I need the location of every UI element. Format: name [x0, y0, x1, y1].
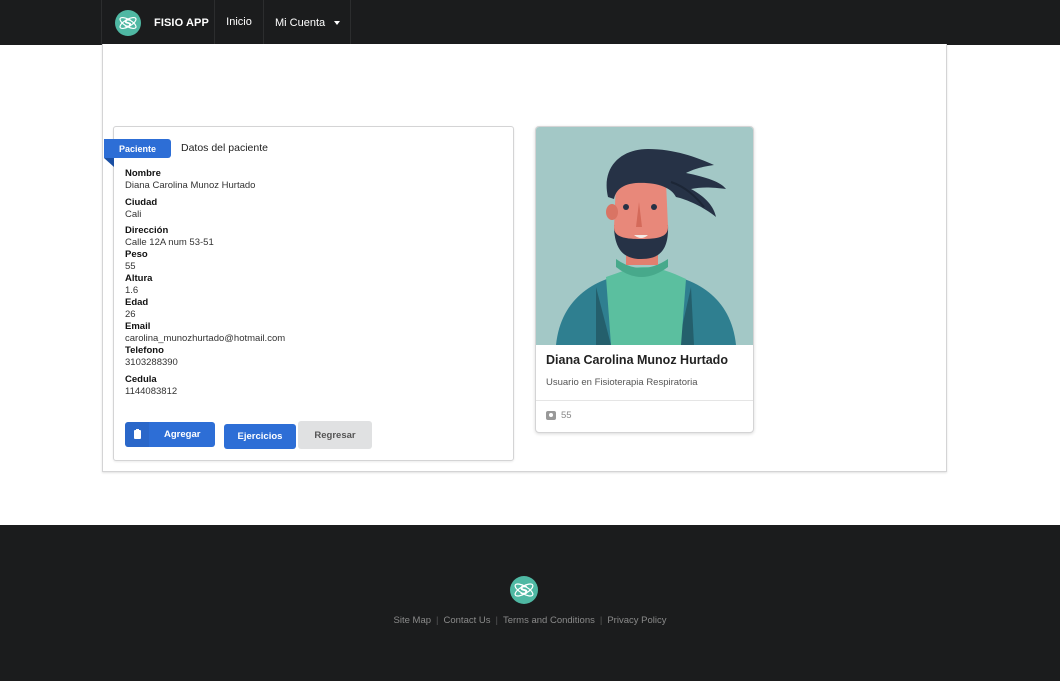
- add-button[interactable]: Agregar: [125, 422, 215, 447]
- app-logo-icon: S: [115, 9, 141, 36]
- field-altura: Altura 1.6: [125, 273, 152, 297]
- patient-card: Paciente Datos del paciente Nombre Diana…: [104, 126, 514, 461]
- field-label: Edad: [125, 297, 149, 308]
- field-label: Telefono: [125, 345, 164, 356]
- field-label: Nombre: [125, 168, 161, 179]
- brand-link[interactable]: S FISIO APP: [101, 0, 215, 45]
- profile-extra: 55: [546, 410, 572, 421]
- profile-card: Diana Carolina Munoz Hurtado Usuario en …: [535, 126, 754, 433]
- profile-extra-value: 55: [561, 410, 572, 421]
- footer-link-terms[interactable]: Terms and Conditions: [503, 615, 595, 626]
- svg-text:S: S: [520, 584, 529, 598]
- avatar: [536, 127, 753, 345]
- field-label: Ciudad: [125, 197, 158, 208]
- field-label: Email: [125, 321, 151, 332]
- footer-separator: |: [436, 615, 439, 626]
- footer-separator: |: [495, 615, 498, 626]
- field-telefono: Telefono 3103288390: [125, 345, 178, 369]
- field-email: Email carolina_munozhurtado@hotmail.com: [125, 321, 285, 345]
- field-value: Cali: [125, 209, 142, 220]
- footer: S Site Map | Contact Us | Terms and Cond…: [0, 525, 1060, 681]
- dropdown-caret-icon: [334, 21, 341, 25]
- field-value: Calle 12A num 53-51: [125, 237, 214, 248]
- top-navbar: S FISIO APP Inicio Mi Cuenta: [0, 0, 1060, 45]
- field-label: Altura: [125, 273, 153, 284]
- footer-link-privacy[interactable]: Privacy Policy: [607, 615, 666, 626]
- exercises-button[interactable]: Ejercicios: [224, 424, 296, 449]
- clipboard-icon: [125, 422, 149, 447]
- field-label: Peso: [125, 249, 148, 260]
- footer-link-contact[interactable]: Contact Us: [444, 615, 491, 626]
- field-label: Cedula: [125, 374, 157, 385]
- field-label: Dirección: [125, 225, 169, 236]
- footer-separator: |: [599, 615, 603, 626]
- add-button-label: Agregar: [164, 429, 201, 440]
- brand-name: FISIO APP: [154, 16, 209, 29]
- profile-divider: [536, 400, 753, 401]
- nav-account-dropdown[interactable]: Mi Cuenta: [264, 0, 351, 45]
- footer-links: Site Map | Contact Us | Terms and Condit…: [0, 615, 1060, 626]
- footer-logo-icon: S: [510, 576, 538, 604]
- field-edad: Edad 26: [125, 297, 148, 321]
- nav-home[interactable]: Inicio: [215, 0, 264, 45]
- field-nombre: Nombre Diana Carolina Munoz Hurtado: [125, 168, 255, 192]
- field-value: Diana Carolina Munoz Hurtado: [125, 180, 256, 191]
- nav-account-label: Mi Cuenta: [275, 16, 326, 29]
- field-value: carolina_munozhurtado@hotmail.com: [125, 333, 286, 344]
- patient-card-heading: Datos del paciente: [181, 142, 268, 154]
- field-value: 3103288390: [125, 357, 178, 368]
- avatar-illustration-icon: [556, 149, 736, 345]
- patient-ribbon-label: Paciente: [104, 139, 171, 158]
- svg-text:S: S: [124, 17, 132, 30]
- footer-link-sitemap[interactable]: Site Map: [394, 615, 432, 626]
- field-cedula: Cedula 1144083812: [125, 374, 177, 398]
- field-value: 26: [125, 309, 136, 320]
- profile-meta: Usuario en Fisioterapia Respiratoria: [546, 377, 698, 388]
- camera-icon: [546, 411, 556, 420]
- field-value: 1144083812: [125, 386, 178, 397]
- field-value: 1.6: [125, 285, 139, 296]
- profile-name: Diana Carolina Munoz Hurtado: [546, 353, 728, 367]
- field-ciudad: Ciudad Cali: [125, 197, 157, 221]
- field-direccion: Dirección Calle 12A num 53-51: [125, 225, 214, 249]
- back-button[interactable]: Regresar: [298, 421, 372, 449]
- field-peso: Peso 55: [125, 249, 148, 273]
- field-value: 55: [125, 261, 136, 272]
- ribbon-fold: [104, 158, 114, 167]
